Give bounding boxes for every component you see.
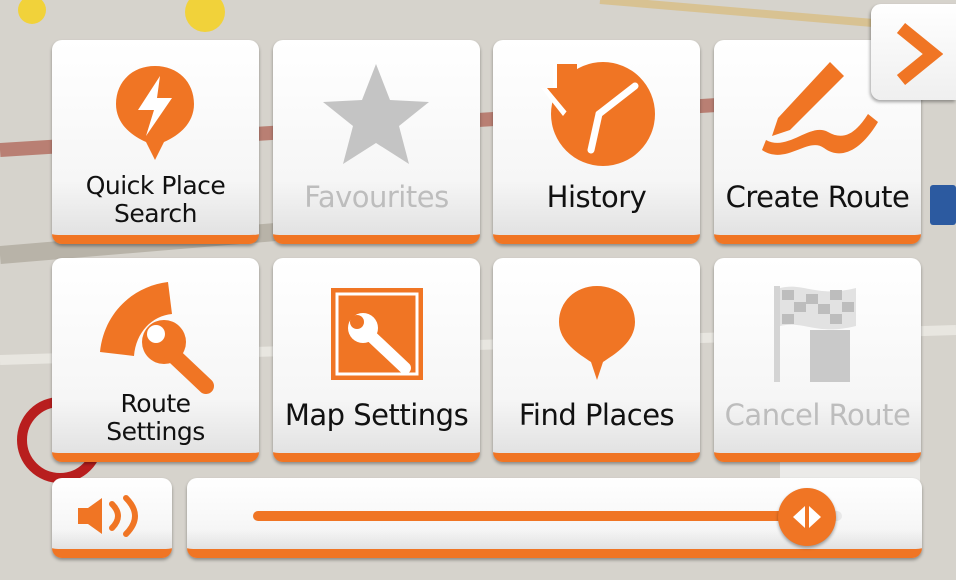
favourites-button[interactable]: Favourites (273, 40, 480, 244)
star-icon (323, 64, 429, 164)
left-right-arrows-icon (792, 506, 821, 528)
history-label: History (546, 180, 647, 214)
location-pin-icon (559, 286, 635, 380)
volume-slider-fill (253, 511, 807, 521)
quick-place-search-button[interactable]: Quick Place Search (52, 40, 259, 244)
chevron-right-icon (896, 22, 943, 86)
checkered-flag-icon (774, 286, 856, 382)
cancel-route-button[interactable]: Cancel Route (714, 258, 921, 462)
find-places-label: Find Places (518, 398, 675, 432)
find-places-button[interactable]: Find Places (493, 258, 700, 462)
lightning-pin-icon (116, 66, 194, 160)
quick-place-search-label-line1: Quick Place (85, 171, 226, 200)
cancel-route-label: Cancel Route (724, 398, 911, 432)
speaker-icon (78, 495, 138, 537)
map-wrench-icon (331, 288, 423, 380)
route-settings-label-line2: Settings (106, 417, 205, 446)
next-page-button[interactable] (871, 4, 956, 100)
pen-route-icon (762, 62, 878, 155)
volume-slider-handle[interactable] (777, 488, 836, 546)
volume-slider[interactable] (187, 478, 922, 558)
favourites-label: Favourites (304, 180, 449, 214)
route-settings-button[interactable]: Route Settings (52, 258, 259, 462)
volume-mute-button[interactable] (52, 478, 172, 558)
route-settings-label-line1: Route (120, 389, 191, 418)
volume-slider-track[interactable] (253, 511, 842, 521)
clock-history-icon (541, 62, 655, 166)
create-route-label: Create Route (725, 180, 910, 214)
map-settings-label: Map Settings (284, 398, 469, 432)
history-button[interactable]: History (493, 40, 700, 244)
map-settings-button[interactable]: Map Settings (273, 258, 480, 462)
quick-place-search-label-line2: Search (114, 199, 197, 228)
route-wrench-icon (100, 282, 214, 394)
